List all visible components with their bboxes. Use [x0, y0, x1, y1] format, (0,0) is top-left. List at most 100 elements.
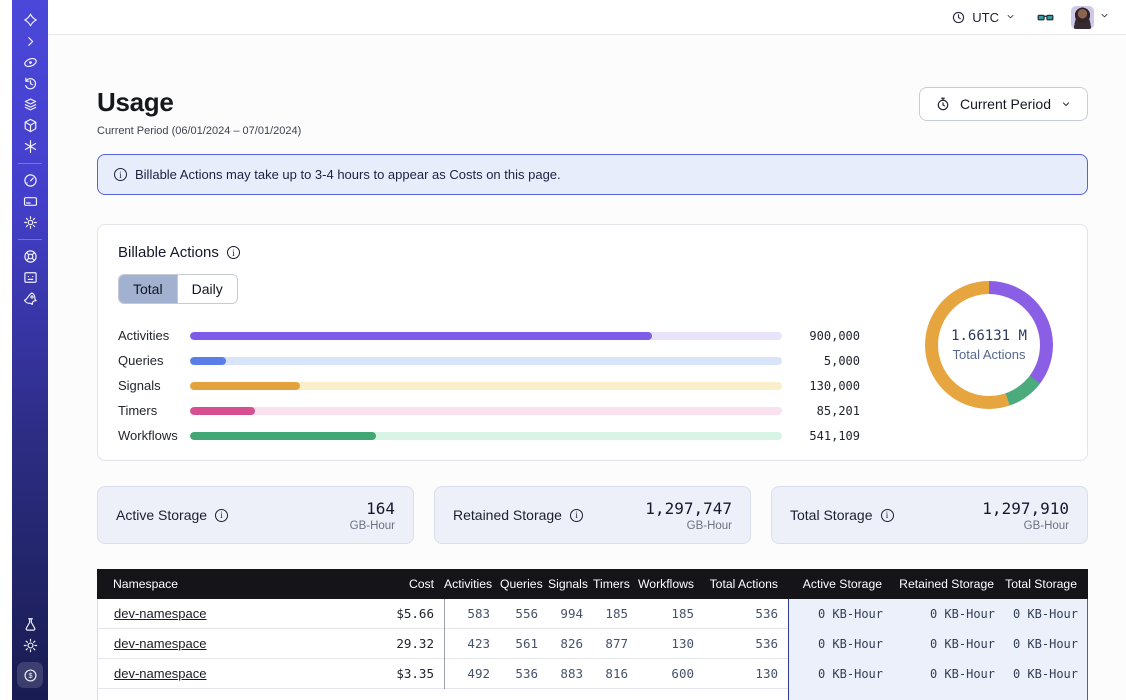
info-icon[interactable]: i — [227, 246, 240, 259]
table-header: Namespace Cost Activities Queries Signal… — [97, 569, 1088, 599]
bar-fill — [190, 332, 652, 340]
table-row: dev-namespace$5.665835569941851855360 KB… — [97, 599, 1088, 629]
bar-track — [190, 407, 782, 415]
period-selector-label: Current Period — [960, 96, 1051, 112]
period-selector-button[interactable]: Current Period — [919, 87, 1088, 121]
release-notes-icon[interactable] — [16, 267, 44, 288]
timers-cell: 877 — [593, 636, 638, 651]
sidebar-divider — [18, 163, 42, 164]
timers-cell: 816 — [593, 666, 638, 681]
bar-row-timers: Timers85,201 — [118, 398, 860, 423]
tab-total[interactable]: Total — [119, 275, 177, 303]
total-storage-cell: 0 KB-Hour — [1005, 637, 1088, 651]
bar-value: 5,000 — [794, 354, 860, 368]
clock-icon — [951, 10, 966, 25]
bar-value: 85,201 — [794, 404, 860, 418]
main-content: Usage Current Period (06/01/2024 – 07/01… — [48, 35, 1126, 700]
nexus-icon[interactable] — [16, 136, 44, 157]
col-active-storage: Active Storage — [788, 577, 892, 591]
workflows-cell: 600 — [638, 666, 704, 681]
bar-fill — [190, 407, 255, 415]
workflows-cube-icon[interactable] — [16, 115, 44, 136]
usage-icon[interactable] — [16, 170, 44, 191]
getting-started-rocket-icon[interactable] — [16, 288, 44, 309]
info-icon[interactable]: i — [570, 509, 583, 522]
pricing-coin-icon[interactable]: $ — [17, 662, 43, 688]
bar-value: 541,109 — [794, 429, 860, 443]
schedules-icon[interactable] — [16, 73, 44, 94]
active-storage-unit: GB-Hour — [350, 520, 395, 532]
retained-storage-cell: 0 KB-Hour — [893, 637, 1005, 651]
col-timers: Timers — [593, 577, 638, 591]
billable-actions-title-text: Billable Actions — [118, 244, 219, 261]
timezone-selector[interactable]: UTC — [951, 10, 1016, 25]
active-storage-cell: 0 KB-Hour — [789, 637, 893, 651]
activities-cell: 583 — [444, 599, 500, 629]
namespace-link[interactable]: dev-namespace — [114, 606, 207, 621]
billing-icon[interactable] — [16, 191, 44, 212]
settings-gear-icon[interactable] — [16, 212, 44, 233]
temporal-logo-icon[interactable] — [16, 10, 44, 31]
tab-daily[interactable]: Daily — [177, 275, 237, 303]
active-storage-label-text: Active Storage — [116, 507, 207, 523]
user-menu[interactable] — [1071, 6, 1110, 29]
bar-track — [190, 382, 782, 390]
active-storage-value: 164 — [350, 499, 395, 518]
total-storage-cell: 0 KB-Hour — [1005, 667, 1088, 681]
namespaces-icon[interactable] — [16, 52, 44, 73]
theme-sun-icon[interactable] — [16, 635, 44, 656]
col-total-storage: Total Storage — [1004, 577, 1087, 591]
labs-flask-icon[interactable] — [16, 614, 44, 635]
bar-track — [190, 432, 782, 440]
retained-storage-unit: GB-Hour — [645, 520, 732, 532]
donut-total-label: Total Actions — [953, 347, 1026, 362]
info-icon[interactable]: i — [215, 509, 228, 522]
signals-cell: 826 — [548, 636, 593, 651]
total-storage-cell: 0 KB-Hour — [1005, 607, 1088, 621]
chevron-down-icon — [1099, 8, 1110, 26]
app-sidebar: $ — [12, 0, 48, 700]
active-storage-label: Active Storage i — [116, 507, 228, 523]
retained-storage-cell: 0 KB-Hour — [893, 607, 1005, 621]
bar-track — [190, 332, 782, 340]
cost-cell: $5.66 — [354, 606, 444, 621]
bar-row-signals: Signals130,000 — [118, 373, 860, 398]
cost-cell: 29.32 — [354, 636, 444, 651]
total-storage-card: Total Storage i 1,297,910 GB-Hour — [771, 486, 1088, 544]
table-row: dev-namespace29.324235618268771305360 KB… — [97, 629, 1088, 659]
bar-label: Workflows — [118, 428, 190, 443]
col-activities: Activities — [444, 577, 500, 591]
donut-center: 1.66131 M Total Actions — [938, 294, 1040, 396]
info-banner-text: Billable Actions may take up to 3-4 hour… — [135, 167, 561, 182]
namespace-cell: dev-namespace — [98, 665, 354, 683]
total-actions-donut: 1.66131 M Total Actions — [925, 281, 1053, 409]
chevron-down-icon — [1005, 10, 1016, 25]
page-subtitle: Current Period (06/01/2024 – 07/01/2024) — [97, 125, 301, 137]
namespace-cell: dev-namespace — [98, 635, 354, 653]
queries-cell: 556 — [500, 606, 548, 621]
col-workflows: Workflows — [638, 577, 704, 591]
page-header: Usage Current Period (06/01/2024 – 07/01… — [97, 87, 1088, 137]
stopwatch-icon — [935, 96, 951, 112]
info-icon: i — [114, 168, 127, 181]
namespace-cell: dev-namespace — [98, 605, 354, 623]
col-retained-storage: Retained Storage — [892, 577, 1004, 591]
total-storage-label: Total Storage i — [790, 507, 894, 523]
billable-actions-card: Billable Actions i Total Daily Activitie… — [97, 224, 1088, 461]
deployments-icon[interactable] — [16, 94, 44, 115]
namespace-link[interactable]: dev-namespace — [114, 636, 207, 651]
retained-storage-card: Retained Storage i 1,297,747 GB-Hour — [434, 486, 751, 544]
donut-total-value: 1.66131 M — [951, 328, 1027, 344]
sidebar-expand-icon[interactable] — [16, 31, 44, 52]
svg-text:$: $ — [28, 671, 32, 680]
storage-cells: 0 KB-Hour0 KB-Hour0 KB-Hour — [788, 629, 1088, 659]
info-icon[interactable]: i — [881, 509, 894, 522]
bar-fill — [190, 357, 226, 365]
user-avatar — [1071, 6, 1094, 29]
bar-fill — [190, 432, 376, 440]
namespace-usage-table: Namespace Cost Activities Queries Signal… — [97, 569, 1088, 700]
col-queries: Queries — [500, 577, 548, 591]
glasses-icon[interactable] — [1036, 8, 1055, 27]
support-lifebuoy-icon[interactable] — [16, 246, 44, 267]
namespace-link[interactable]: dev-namespace — [114, 666, 207, 681]
